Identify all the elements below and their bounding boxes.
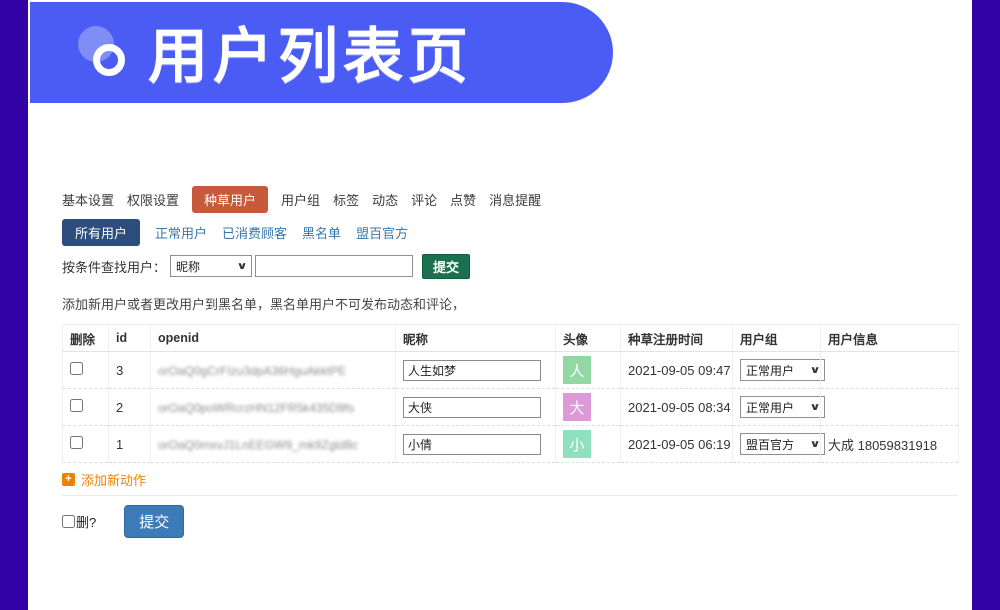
- page: 用户列表页 基本设置 权限设置 种草用户 用户组 标签 动态 评论 点赞 消息提…: [0, 0, 1000, 610]
- row-delete-checkbox[interactable]: [70, 436, 83, 449]
- left-border-strip: [0, 0, 28, 610]
- chevron-down-icon: ∨: [236, 261, 247, 272]
- tab-permission-settings[interactable]: 权限设置: [127, 190, 179, 209]
- user-group-selected-value: 正常用户: [746, 399, 794, 416]
- col-header-user-group: 用户组: [733, 325, 821, 352]
- search-field-select[interactable]: 昵称 ∨: [170, 255, 252, 277]
- decor-ring-icon: [93, 44, 125, 76]
- user-group-selected-value: 盟百官方: [746, 436, 794, 453]
- user-group-select[interactable]: 正常用户 ∨: [740, 396, 825, 418]
- user-table: 删除 id openid 昵称 头像 种草注册时间 用户组 用户信息 3 orO…: [62, 324, 959, 463]
- col-header-openid: openid: [151, 325, 396, 352]
- main-content: 基本设置 权限设置 种草用户 用户组 标签 动态 评论 点赞 消息提醒 所有用户…: [62, 186, 958, 538]
- blacklist-note: 添加新用户或者更改用户到黑名单，黑名单用户不可发布动态和评论，: [62, 294, 958, 313]
- page-banner: 用户列表页: [30, 2, 613, 103]
- tab-message-notify[interactable]: 消息提醒: [489, 190, 541, 209]
- search-row: 按条件查找用户： 昵称 ∨ 提交: [62, 254, 958, 278]
- filter-normal-users[interactable]: 正常用户: [155, 223, 207, 242]
- row-user-info: [821, 389, 959, 426]
- user-group-select[interactable]: 盟百官方 ∨: [740, 433, 825, 455]
- delete-label: 删?: [76, 512, 96, 531]
- row-openid: orOaQ0poWRcrzHN12FR5k435D9fs: [158, 401, 354, 415]
- row-user-info: [821, 352, 959, 389]
- tab-user-groups[interactable]: 用户组: [281, 190, 320, 209]
- col-header-id: id: [109, 325, 151, 352]
- filter-blacklist[interactable]: 黑名单: [302, 223, 341, 242]
- row-delete-checkbox[interactable]: [70, 399, 83, 412]
- table-header-row: 删除 id openid 昵称 头像 种草注册时间 用户组 用户信息: [63, 325, 959, 352]
- row-openid: orOaQ0mxvJ1LnEEGW9_mk9Zgtd8c: [158, 438, 358, 452]
- row-id: 3: [109, 352, 151, 389]
- row-id: 2: [109, 389, 151, 426]
- user-filters: 所有用户 正常用户 已消费顾客 黑名单 盟百官方: [62, 219, 958, 245]
- search-input[interactable]: [255, 255, 413, 277]
- col-header-avatar: 头像: [556, 325, 621, 352]
- footer-row: 删? 提交: [62, 505, 958, 538]
- user-group-select[interactable]: 正常用户 ∨: [740, 359, 825, 381]
- main-tabs: 基本设置 权限设置 种草用户 用户组 标签 动态 评论 点赞 消息提醒: [62, 186, 958, 212]
- right-border-strip: [972, 0, 1000, 610]
- col-header-register-time: 种草注册时间: [621, 325, 733, 352]
- tab-basic-settings[interactable]: 基本设置: [62, 190, 114, 209]
- nickname-input[interactable]: [403, 397, 541, 418]
- col-header-user-info: 用户信息: [821, 325, 959, 352]
- add-action-row: + 添加新动作: [62, 463, 958, 496]
- table-row: 2 orOaQ0poWRcrzHN12FR5k435D9fs 大 2021-09…: [63, 389, 959, 426]
- col-header-nickname: 昵称: [396, 325, 556, 352]
- chevron-down-icon: ∨: [809, 402, 820, 413]
- page-title: 用户列表页: [148, 7, 473, 94]
- nickname-input[interactable]: [403, 360, 541, 381]
- search-label: 按条件查找用户：: [62, 257, 166, 276]
- add-action-link[interactable]: 添加新动作: [81, 470, 146, 489]
- nickname-input[interactable]: [403, 434, 541, 455]
- footer-submit-button[interactable]: 提交: [124, 505, 184, 538]
- avatar: 大: [563, 393, 591, 421]
- tab-comments[interactable]: 评论: [411, 190, 437, 209]
- filter-official[interactable]: 盟百官方: [356, 223, 408, 242]
- chevron-down-icon: ∨: [809, 365, 820, 376]
- user-group-selected-value: 正常用户: [746, 362, 794, 379]
- row-user-info: 大成 18059831918: [821, 426, 959, 463]
- avatar: 人: [563, 356, 591, 384]
- tab-labels[interactable]: 标签: [333, 190, 359, 209]
- search-field-selected-value: 昵称: [176, 258, 200, 275]
- row-register-time: 2021-09-05 06:19: [621, 426, 733, 463]
- row-delete-checkbox[interactable]: [70, 362, 83, 375]
- row-id: 1: [109, 426, 151, 463]
- tab-moments[interactable]: 动态: [372, 190, 398, 209]
- col-header-delete: 删除: [63, 325, 109, 352]
- tab-likes[interactable]: 点赞: [450, 190, 476, 209]
- row-openid: orOaQ0gCrFIzu3dpA36HguAkktPE: [158, 364, 346, 378]
- filter-paid-customers[interactable]: 已消费顾客: [222, 223, 287, 242]
- row-register-time: 2021-09-05 09:47: [621, 352, 733, 389]
- search-submit-button[interactable]: 提交: [422, 254, 470, 279]
- row-register-time: 2021-09-05 08:34: [621, 389, 733, 426]
- filter-all-users[interactable]: 所有用户: [62, 219, 140, 246]
- delete-all-checkbox[interactable]: [62, 515, 75, 528]
- avatar: 小: [563, 430, 591, 458]
- chevron-down-icon: ∨: [809, 439, 820, 450]
- plus-icon: +: [62, 473, 75, 486]
- tab-seed-users[interactable]: 种草用户: [192, 186, 268, 213]
- table-row: 3 orOaQ0gCrFIzu3dpA36HguAkktPE 人 2021-09…: [63, 352, 959, 389]
- table-row: 1 orOaQ0mxvJ1LnEEGW9_mk9Zgtd8c 小 2021-09…: [63, 426, 959, 463]
